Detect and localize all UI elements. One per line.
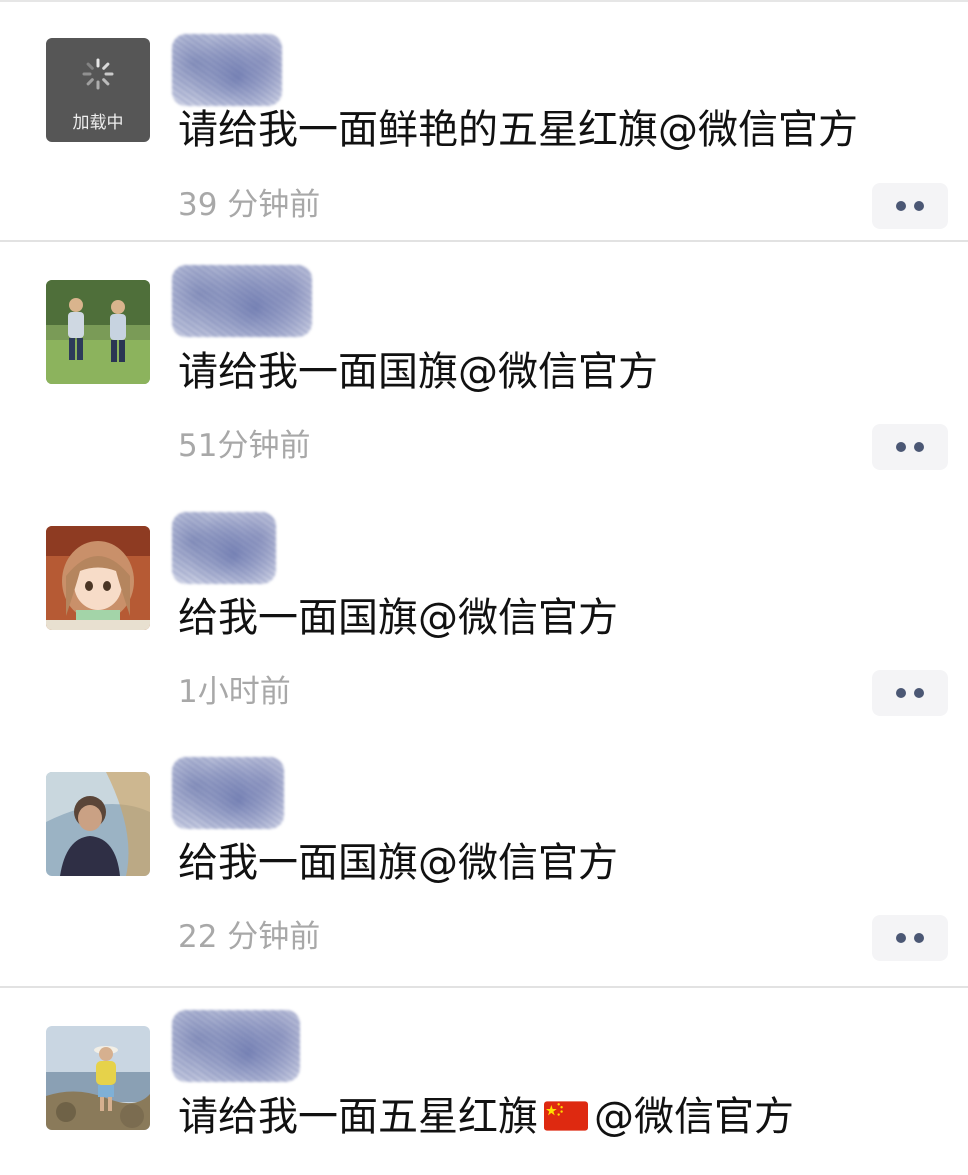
loading-label: 加载中 (72, 113, 124, 133)
more-dot-icon (914, 201, 924, 211)
post-text: 请给我一面五星红旗 @微信官方 (178, 1093, 794, 1141)
more-dot-icon (914, 933, 924, 943)
woman-beach-photo-avatar (46, 1026, 150, 1130)
more-options-button[interactable] (872, 183, 948, 229)
boy-photo-avatar (46, 772, 150, 876)
more-options-button[interactable] (872, 915, 948, 961)
post-time: 22 分钟前 (178, 919, 321, 955)
post-text-part: @微信官方 (594, 1094, 794, 1140)
post-time: 51分钟前 (178, 428, 311, 464)
avatar[interactable] (46, 526, 150, 630)
post-text: 请给我一面国旗@微信官方 (178, 349, 658, 395)
blurred-nickname (172, 265, 312, 337)
more-dot-icon (896, 933, 906, 943)
more-dot-icon (914, 688, 924, 698)
post-divider (0, 986, 968, 988)
post-text: 请给我一面鲜艳的五星红旗@微信官方 (178, 107, 858, 153)
china-flag-icon (544, 1101, 588, 1131)
blurred-nickname (172, 757, 284, 829)
more-dot-icon (896, 688, 906, 698)
more-dot-icon (896, 201, 906, 211)
avatar[interactable] (46, 1026, 150, 1130)
more-options-button[interactable] (872, 670, 948, 716)
blurred-nickname (172, 34, 282, 106)
post-divider (0, 240, 968, 242)
post-time: 39 分钟前 (178, 187, 321, 223)
avatar[interactable] (46, 280, 150, 384)
more-options-button[interactable] (872, 424, 948, 470)
children-photo-avatar (46, 280, 150, 384)
post-time: 1小时前 (178, 674, 291, 710)
post-text-part: 请给我一面五星红旗 (178, 1094, 538, 1140)
anime-girl-avatar (46, 526, 150, 630)
avatar[interactable]: 加载中 (46, 38, 150, 142)
post-text: 给我一面国旗@微信官方 (178, 595, 618, 641)
blurred-nickname (172, 512, 276, 584)
post-text: 给我一面国旗@微信官方 (178, 840, 618, 886)
more-dot-icon (914, 442, 924, 452)
loading-spinner-icon (82, 58, 114, 90)
blurred-nickname (172, 1010, 300, 1082)
more-dot-icon (896, 442, 906, 452)
avatar[interactable] (46, 772, 150, 876)
top-divider (0, 0, 968, 2)
